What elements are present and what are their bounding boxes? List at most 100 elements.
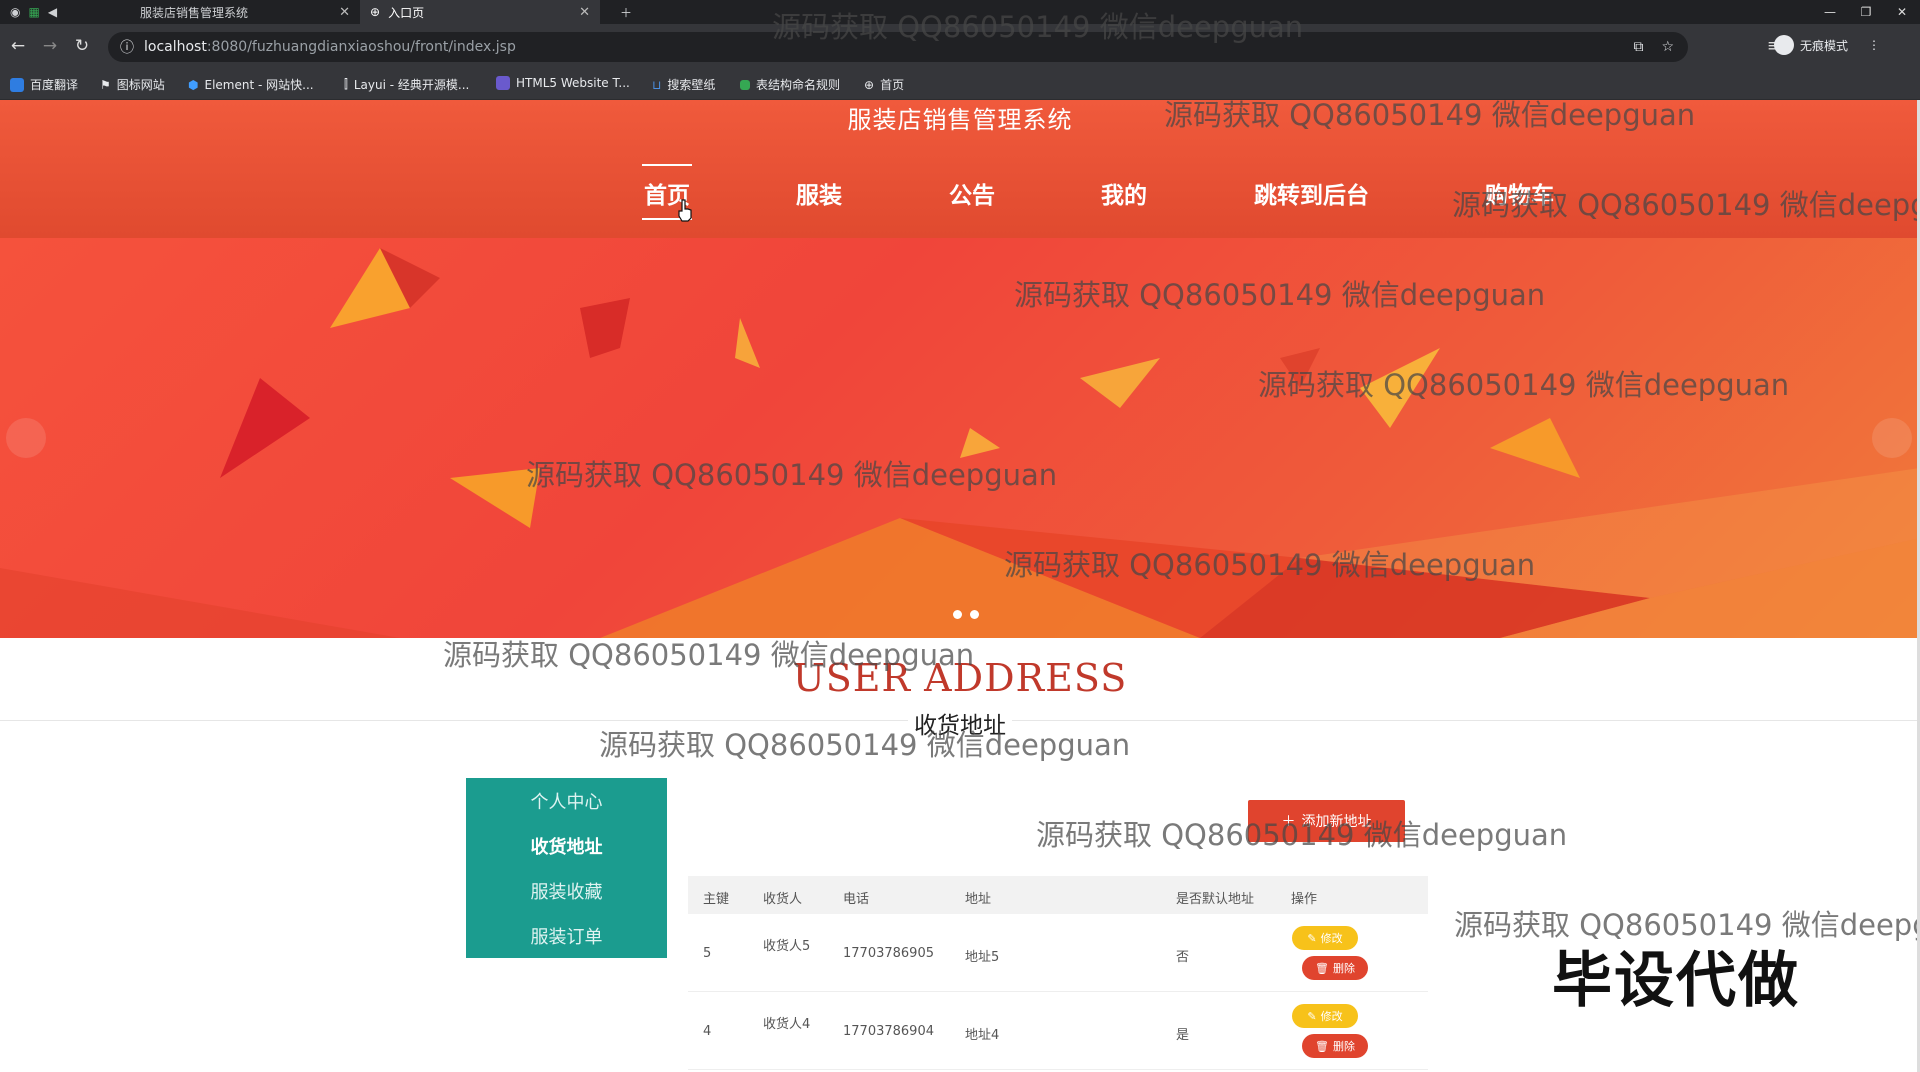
bookmark-label: HTML5 Website T...: [516, 76, 630, 90]
carousel-dot[interactable]: [953, 610, 962, 619]
bookmark-label: 表结构命名规则: [756, 78, 841, 92]
bookmark-label: 搜索壁纸: [667, 78, 716, 92]
watermark-text: 源码获取 QQ86050149 微信deepguan: [443, 638, 975, 672]
bookmark-label: Element - 网站快...: [204, 78, 314, 92]
watermark-text: 源码获取 QQ86050149 微信deepguan: [1036, 818, 1568, 852]
bookmark-4[interactable]: HTML5 Website T...: [496, 76, 630, 90]
carousel-next-button[interactable]: [1872, 418, 1912, 458]
tab-title: 入口页: [388, 5, 425, 20]
col-phone: 电话: [843, 892, 870, 907]
banner-carousel[interactable]: [0, 238, 1920, 638]
minimize-icon[interactable]: —: [1812, 0, 1848, 24]
bookmark-1[interactable]: ⚑ 图标网站: [100, 76, 165, 93]
browser-tab-0[interactable]: 服装店销售管理系统 ✕: [130, 0, 360, 24]
menu-dots-icon[interactable]: ⋮: [1868, 38, 1880, 52]
bookmark-6[interactable]: 表结构命名规则: [740, 76, 840, 93]
wallpaper-icon: ⊔: [652, 77, 662, 92]
cell-id: 5: [703, 946, 712, 961]
banner-image: [0, 248, 1920, 638]
edit-button[interactable]: ✎ 修改: [1292, 1004, 1358, 1028]
nav-mine[interactable]: 我的: [1101, 176, 1147, 210]
bookmark-label: 图标网站: [116, 78, 165, 92]
cell-address: 地址4: [965, 1028, 1000, 1043]
nav-clothing[interactable]: 服装: [796, 176, 842, 210]
watermark-text: 源码获取 QQ86050149 微信deepguan: [526, 458, 1058, 492]
close-tab-icon[interactable]: ✕: [579, 5, 590, 20]
close-tab-icon[interactable]: ✕: [339, 5, 350, 20]
hexagon-icon: ⬢: [188, 77, 199, 92]
url-path: :8080/fuzhuangdianxiaoshou/front/index.j…: [206, 39, 516, 55]
incognito-profile[interactable]: 无痕模式 ⋮: [1773, 35, 1880, 55]
translate-icon[interactable]: ⧉: [1633, 39, 1643, 55]
tab-title: 服装店销售管理系统: [140, 5, 249, 20]
trash-icon: 🗑: [1315, 1039, 1329, 1053]
hand-cursor-icon: [678, 199, 692, 222]
back-icon[interactable]: ←: [6, 34, 30, 58]
cell-phone: 17703786904: [843, 1024, 934, 1039]
col-actions: 操作: [1291, 892, 1318, 907]
table-row: 4 收货人4 17703786904 地址4 是 ✎ 修改 🗑 删除: [688, 992, 1428, 1070]
bookmark-2[interactable]: ⬢ Element - 网站快...: [188, 76, 314, 93]
globe-icon: ⊕: [370, 5, 381, 19]
sheet-icon: ▦: [28, 5, 40, 19]
pencil-icon: ✎: [1307, 1009, 1317, 1023]
bookmark-label: 百度翻译: [30, 78, 79, 92]
translate-bookmark-icon: [10, 77, 24, 92]
watermark-text: 源码获取 QQ86050149 微信deepguan: [1452, 188, 1920, 222]
cell-receiver: 收货人5: [763, 939, 811, 954]
bookmark-7[interactable]: ⊕ 首页: [864, 76, 904, 93]
trash-icon: 🗑: [1315, 961, 1329, 975]
watermark-text: 源码获取 QQ86050149 微信deepguan: [1014, 278, 1546, 312]
cell-id: 4: [703, 1024, 712, 1039]
cell-default: 是: [1176, 1028, 1190, 1043]
nav-notice[interactable]: 公告: [949, 176, 995, 210]
carousel-prev-button[interactable]: [6, 418, 46, 458]
reload-icon[interactable]: ↻: [70, 34, 94, 58]
flag-icon: ⚑: [100, 77, 111, 92]
new-tab-button[interactable]: ＋: [610, 0, 640, 24]
delete-label: 删除: [1332, 962, 1355, 975]
menu-profile[interactable]: 个人中心: [466, 788, 667, 814]
browser-tab-1[interactable]: ⊕ 入口页 ✕: [360, 0, 600, 24]
watermark-text: 源码获取 QQ86050149 微信deepguan: [1164, 98, 1696, 132]
bookmark-5[interactable]: ⊔ 搜索壁纸: [652, 76, 715, 93]
watermark-text: 源码获取 QQ86050149 微信deepguan: [772, 10, 1304, 44]
doc-icon: [740, 79, 750, 90]
user-side-menu: 个人中心 收货地址 服装收藏 服装订单: [466, 778, 667, 958]
bookmark-3[interactable]: ⫿ Layui - 经典开源模...: [344, 76, 469, 93]
col-receiver: 收货人: [763, 892, 803, 907]
bookmark-0[interactable]: 百度翻译: [10, 76, 78, 93]
col-default: 是否默认地址: [1176, 892, 1255, 907]
star-icon[interactable]: ☆: [1661, 39, 1674, 55]
pencil-icon: ✎: [1307, 931, 1317, 945]
bookmark-label: 首页: [880, 78, 905, 92]
menu-orders[interactable]: 服装订单: [466, 923, 667, 949]
restore-icon[interactable]: ❐: [1848, 0, 1884, 24]
menu-favorites[interactable]: 服装收藏: [466, 878, 667, 904]
watermark-text: 源码获取 QQ86050149 微信deepguan: [599, 728, 1131, 762]
delete-button[interactable]: 🗑 删除: [1302, 956, 1368, 980]
col-id: 主键: [703, 892, 730, 907]
incognito-icon: [1773, 35, 1794, 55]
menu-address[interactable]: 收货地址: [466, 833, 667, 859]
forward-icon[interactable]: →: [38, 34, 62, 58]
url-host: localhost: [144, 39, 207, 55]
table-row: 5 收货人5 17703786905 地址5 否 ✎ 修改 🗑 删除: [688, 914, 1428, 992]
close-window-icon[interactable]: ✕: [1884, 0, 1920, 24]
delete-label: 删除: [1332, 1040, 1355, 1053]
edit-label: 修改: [1320, 932, 1343, 945]
edit-button[interactable]: ✎ 修改: [1292, 926, 1358, 950]
watermark-text: 源码获取 QQ86050149 微信deepguan: [1258, 368, 1790, 402]
nav-admin[interactable]: 跳转到后台: [1254, 176, 1369, 210]
layui-icon: ⫿: [344, 77, 348, 91]
carousel-dot[interactable]: [970, 610, 979, 619]
bookmark-label: Layui - 经典开源模...: [353, 78, 470, 92]
edit-label: 修改: [1320, 1010, 1343, 1023]
watermark-text: 源码获取 QQ86050149 微信deepguan: [1004, 548, 1536, 582]
chrome-icon: ◉: [10, 5, 21, 19]
cell-receiver: 收货人4: [763, 1017, 811, 1032]
delete-button[interactable]: 🗑 删除: [1302, 1034, 1368, 1058]
browser-pinned-icons: ◉ ▦ ◀: [0, 0, 140, 24]
col-address: 地址: [965, 892, 992, 907]
cell-default: 否: [1176, 950, 1190, 965]
